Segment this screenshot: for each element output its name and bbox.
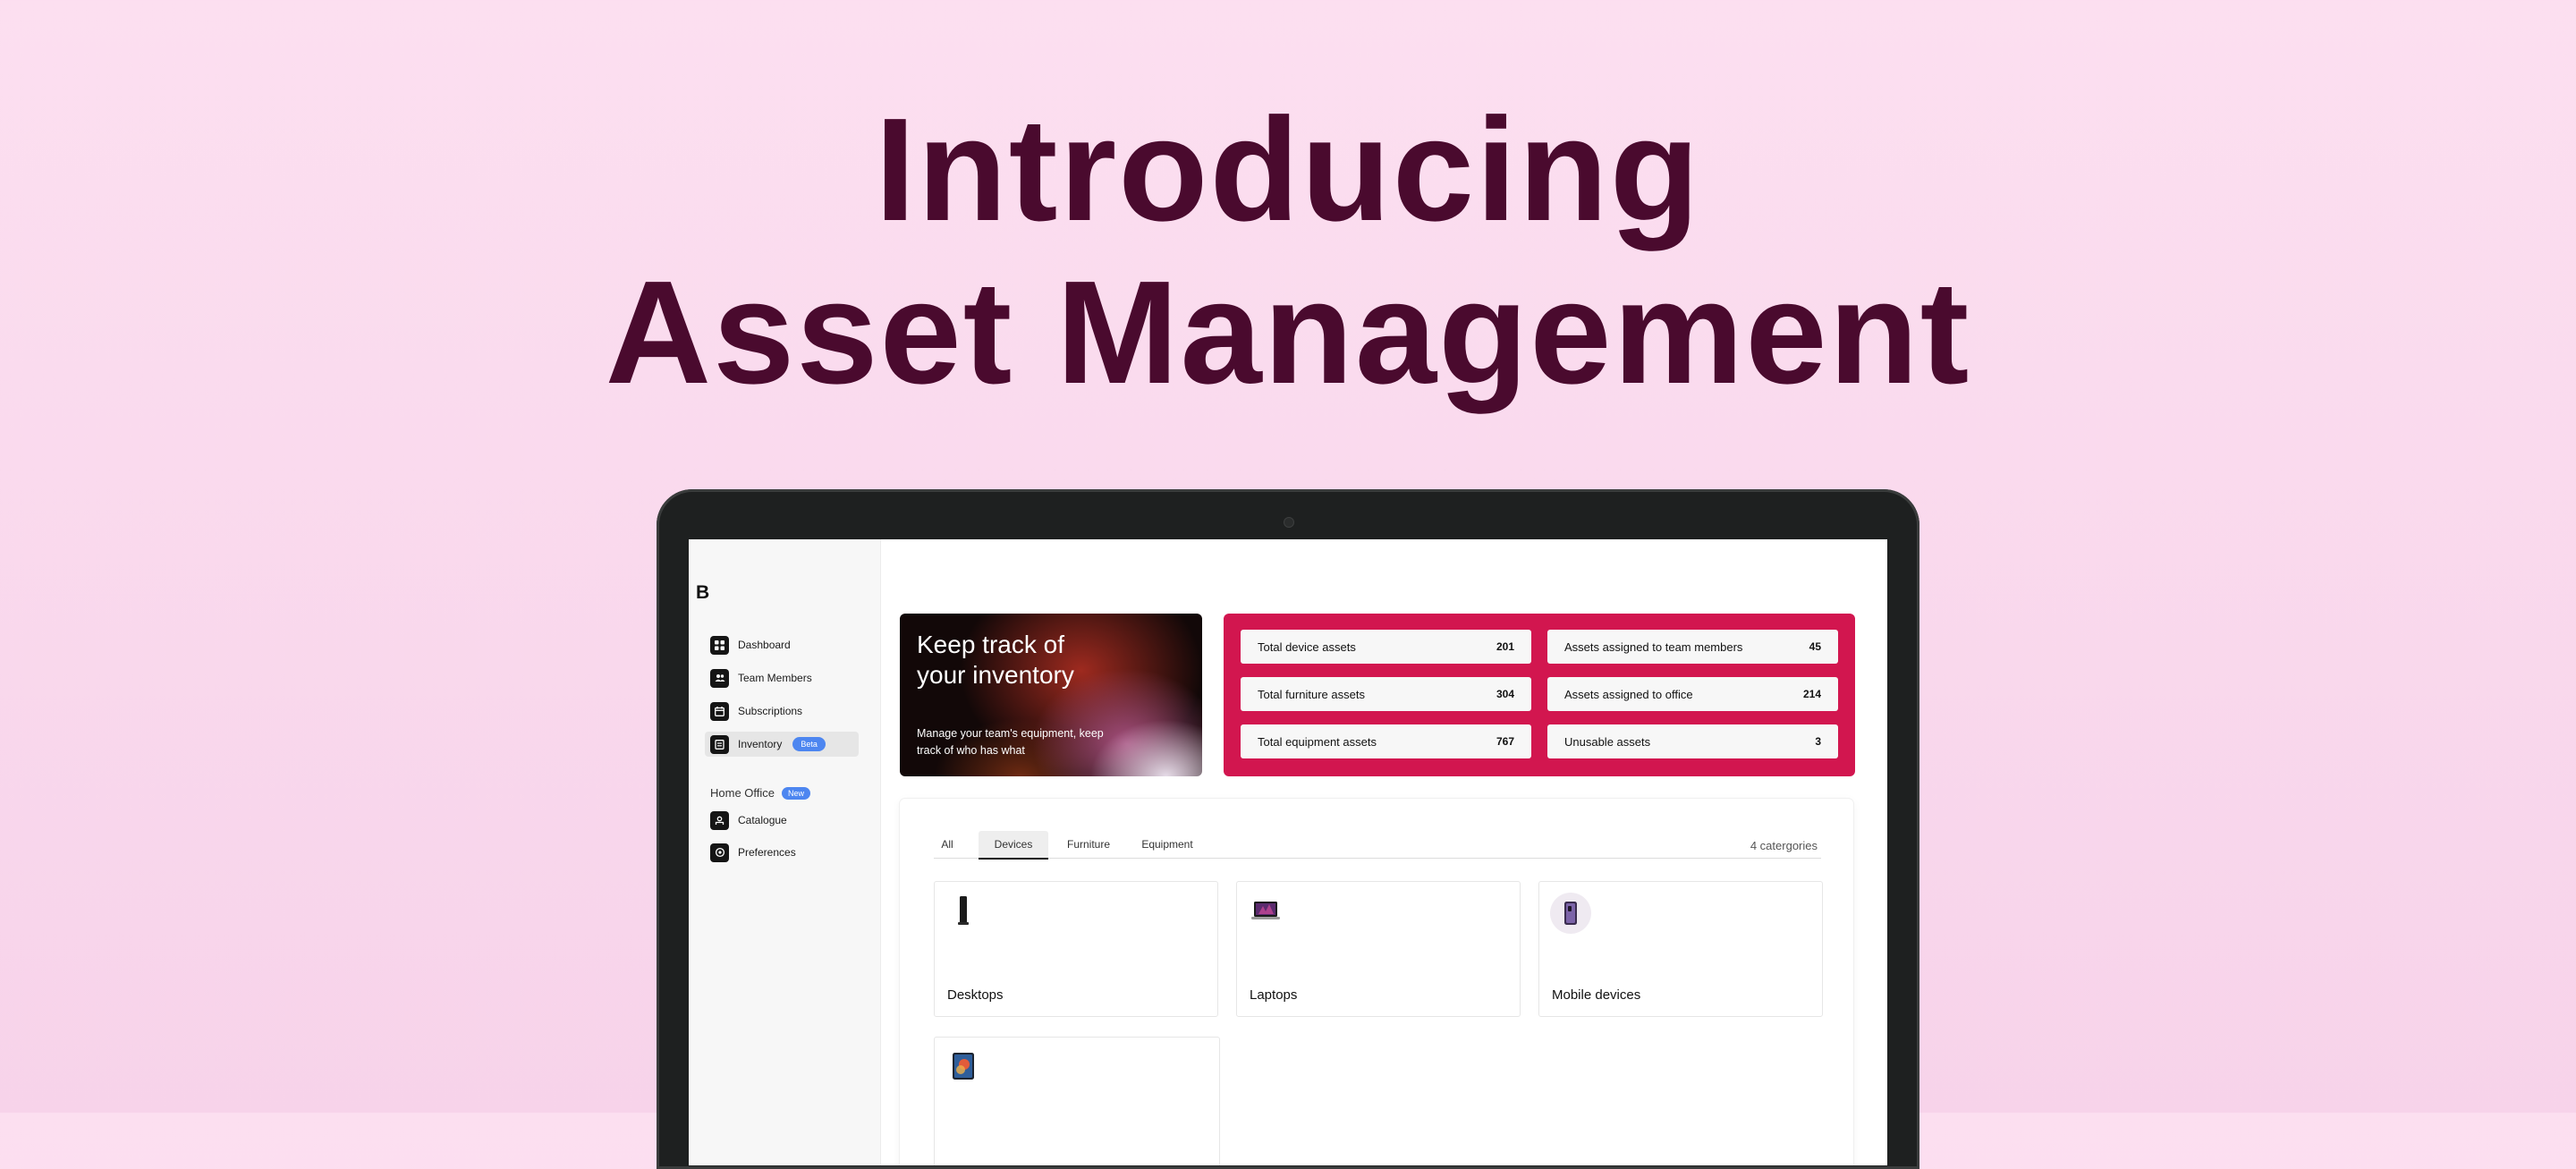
category-count: 4 catergories xyxy=(1750,839,1818,852)
sidebar-item-team-members[interactable]: Team Members xyxy=(705,665,859,690)
stat-value: 3 xyxy=(1815,735,1821,748)
stat-value: 767 xyxy=(1496,735,1514,748)
stat-value: 214 xyxy=(1802,688,1821,700)
desktop-tower-icon xyxy=(947,894,979,927)
sidebar-item-label: Dashboard xyxy=(738,639,791,651)
sidebar-item-catalogue[interactable]: Catalogue xyxy=(705,808,859,833)
section-label: Home Office xyxy=(710,786,775,800)
category-label: Laptops xyxy=(1250,987,1298,1003)
catalogue-icon xyxy=(710,810,729,830)
stat-total-equipment-assets: Total equipment assets 767 xyxy=(1241,724,1531,758)
inventory-icon xyxy=(710,734,729,754)
stat-label: Assets assigned to office xyxy=(1564,687,1693,701)
tab-devices[interactable]: Devices xyxy=(979,831,1048,860)
category-tabs: All Devices Furniture Equipment 4 caterg… xyxy=(934,831,1821,860)
hero-card: Keep track of your inventory Manage your… xyxy=(900,614,1202,776)
hero-title: Keep track of your inventory xyxy=(917,631,1074,689)
tab-furniture[interactable]: Furniture xyxy=(1057,831,1120,858)
phone-icon xyxy=(1550,893,1591,934)
app-screen: B Dashboard Team Members Subscriptions I… xyxy=(689,539,1887,1165)
dashboard-icon xyxy=(710,635,729,655)
sidebar-item-label: Catalogue xyxy=(738,814,787,826)
laptop-frame: B Dashboard Team Members Subscriptions I… xyxy=(657,489,1919,1169)
category-card-tablets[interactable] xyxy=(934,1037,1220,1165)
headline-line-2: Asset Management xyxy=(605,250,1971,414)
section-home-office: Home Office New xyxy=(710,786,811,800)
brand-logo[interactable]: B xyxy=(696,582,714,604)
sidebar-item-inventory[interactable]: Inventory Beta xyxy=(705,732,859,757)
category-card-desktops[interactable]: Desktops xyxy=(934,881,1218,1017)
tab-equipment[interactable]: Equipment xyxy=(1132,831,1202,858)
sidebar-item-label: Preferences xyxy=(738,846,796,859)
sidebar-item-preferences[interactable]: Preferences xyxy=(705,840,859,865)
tab-all[interactable]: All xyxy=(934,831,961,858)
sidebar: B Dashboard Team Members Subscriptions I… xyxy=(689,539,881,1165)
hero-subtitle: Manage your team's equipment, keep track… xyxy=(917,727,1104,757)
beta-badge: Beta xyxy=(792,737,826,751)
categories-panel: All Devices Furniture Equipment 4 caterg… xyxy=(900,799,1853,1165)
new-badge: New xyxy=(782,786,811,800)
sidebar-item-dashboard[interactable]: Dashboard xyxy=(705,632,859,657)
stat-value: 304 xyxy=(1496,688,1514,700)
stat-value: 45 xyxy=(1809,640,1821,653)
stat-total-furniture-assets: Total furniture assets 304 xyxy=(1241,677,1531,711)
stat-value: 201 xyxy=(1496,640,1514,653)
stat-label: Assets assigned to team members xyxy=(1564,640,1743,654)
stat-total-device-assets: Total device assets 201 xyxy=(1241,630,1531,664)
stats-panel: Total device assets 201 Assets assigned … xyxy=(1224,614,1855,776)
stat-label: Total device assets xyxy=(1258,640,1356,654)
subscriptions-icon xyxy=(710,701,729,721)
preferences-icon xyxy=(710,843,729,862)
category-label: Desktops xyxy=(947,987,1004,1003)
headline-line-1: Introducing xyxy=(875,88,1701,251)
tablet-icon xyxy=(947,1050,979,1082)
stat-unusable-assets: Unusable assets 3 xyxy=(1547,724,1838,758)
laptop-icon xyxy=(1250,894,1282,927)
stat-label: Total furniture assets xyxy=(1258,687,1365,701)
stat-assigned-team-members: Assets assigned to team members 45 xyxy=(1547,630,1838,664)
sidebar-item-label: Inventory xyxy=(738,738,783,750)
sidebar-item-label: Subscriptions xyxy=(738,705,803,717)
stat-label: Unusable assets xyxy=(1564,734,1651,749)
category-card-mobile-devices[interactable]: Mobile devices xyxy=(1538,881,1823,1017)
team-icon xyxy=(710,668,729,688)
stat-label: Total equipment assets xyxy=(1258,734,1377,749)
camera-icon xyxy=(1284,517,1294,528)
category-label: Mobile devices xyxy=(1552,987,1641,1003)
category-card-laptops[interactable]: Laptops xyxy=(1236,881,1521,1017)
stat-assigned-office: Assets assigned to office 214 xyxy=(1547,677,1838,711)
sidebar-item-subscriptions[interactable]: Subscriptions xyxy=(705,699,859,724)
sidebar-item-label: Team Members xyxy=(738,672,812,684)
